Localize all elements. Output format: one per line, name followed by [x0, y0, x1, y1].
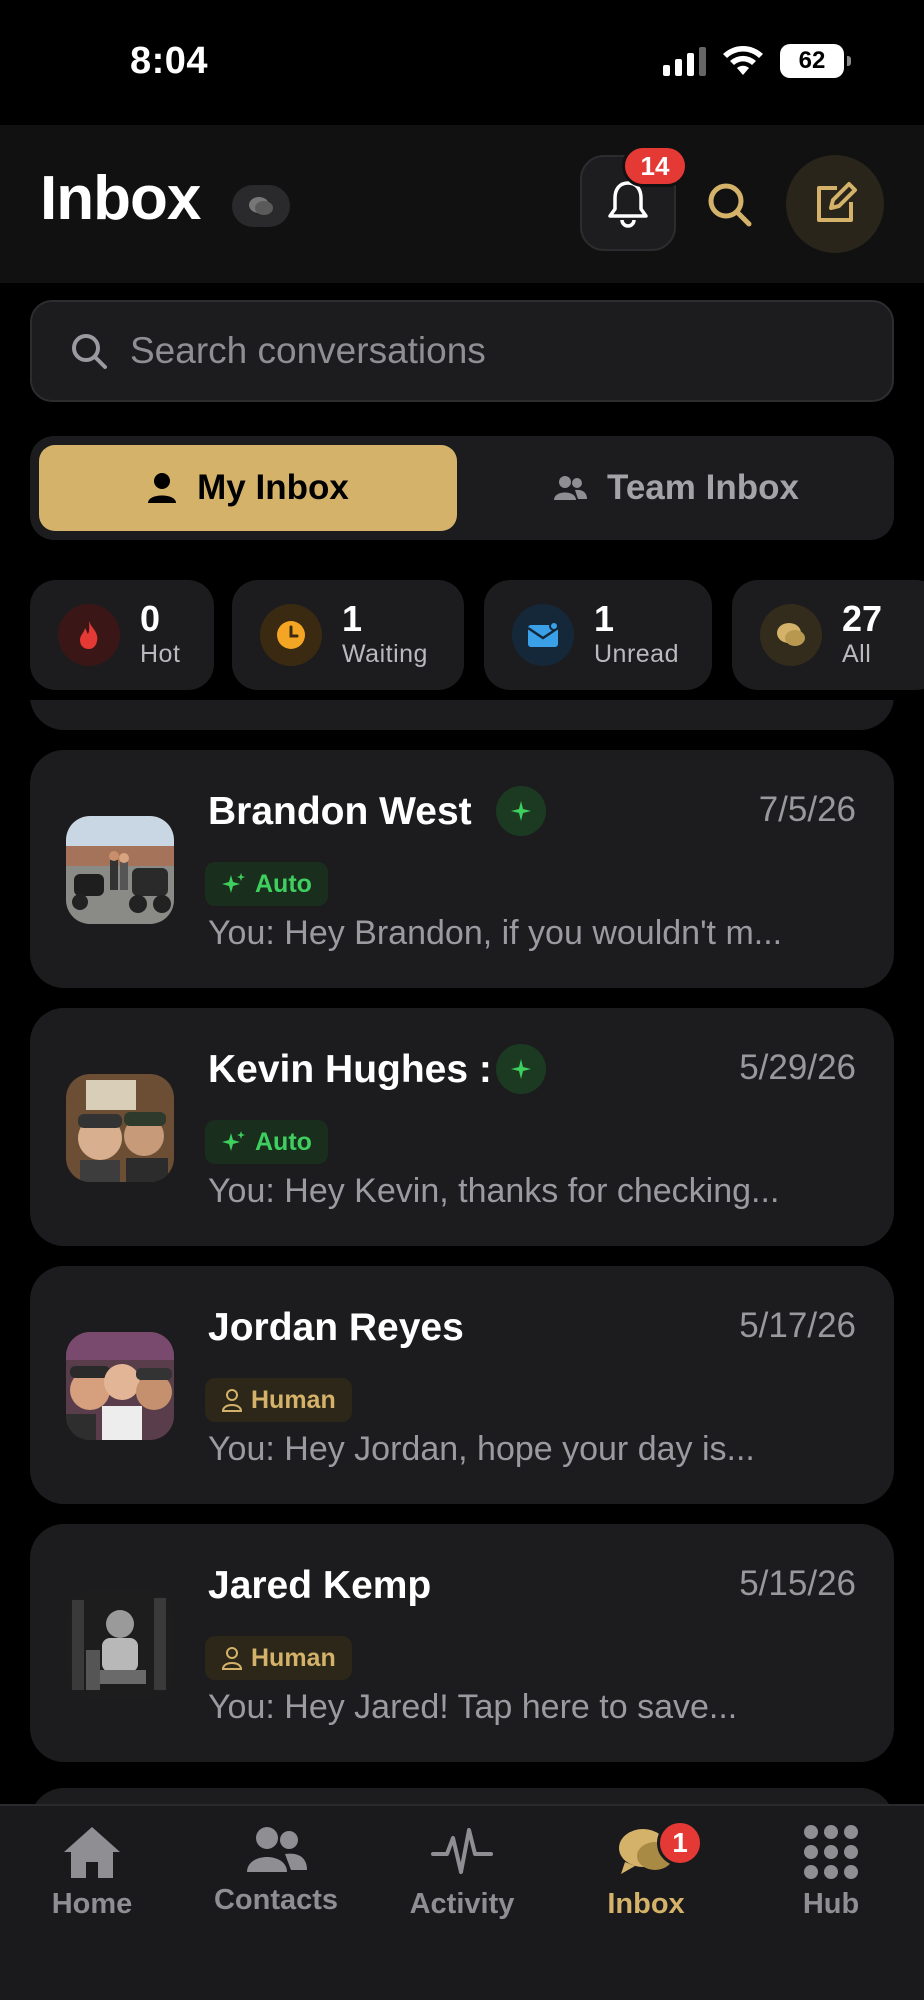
conversation-card[interactable]: Jared Kemp 5/15/26 Human You: Hey Jared!…	[30, 1524, 894, 1762]
tag-label: Auto	[255, 869, 312, 898]
mail-icon	[512, 604, 574, 666]
person-outline-icon	[221, 1647, 243, 1670]
cellular-signal-icon	[663, 46, 706, 76]
grid-dots-icon	[804, 1825, 858, 1879]
human-tag: Human	[205, 1378, 352, 1422]
tab-hub[interactable]: Hub	[756, 1824, 906, 1944]
tab-home[interactable]: Home	[17, 1824, 167, 1944]
auto-tag: Auto	[205, 862, 328, 906]
house-icon	[64, 1827, 120, 1878]
stat-hot[interactable]: 0 Hot	[30, 580, 214, 690]
chat-bubbles-icon	[232, 185, 290, 227]
search-icon	[72, 334, 107, 369]
list-item[interactable]	[30, 700, 894, 730]
avatar	[66, 1332, 174, 1440]
inbox-unread-badge: 1	[657, 1820, 703, 1866]
stat-waiting[interactable]: 1 Waiting	[232, 580, 464, 690]
status-time: 8:04	[130, 40, 209, 82]
person-icon	[148, 473, 177, 503]
flame-icon	[58, 604, 120, 666]
people-icon	[554, 476, 588, 500]
chat-bubbles-icon	[760, 604, 822, 666]
conversation-card[interactable]: Brandon West 7/5/26 Auto You: Hey Brando…	[30, 750, 894, 988]
contact-name: Kevin Hughes :	[208, 1048, 492, 1091]
search-input[interactable]	[130, 330, 830, 372]
search-icon	[708, 183, 752, 227]
tab-label: Home	[51, 1888, 133, 1920]
stat-label: All	[842, 640, 872, 668]
tab-label: My Inbox	[197, 468, 349, 507]
avatar	[66, 816, 174, 924]
tab-team-inbox[interactable]: Team Inbox	[467, 445, 885, 531]
notification-count-badge: 14	[622, 145, 688, 187]
compose-button[interactable]	[786, 155, 884, 253]
ai-sparkle-icon	[496, 1044, 546, 1094]
search-button[interactable]	[700, 175, 760, 235]
conversation-date: 5/15/26	[739, 1564, 856, 1603]
bottom-tab-bar: Home Contacts Activity Inbox 1 Hub	[0, 1804, 924, 2000]
conversation-date: 5/29/26	[739, 1048, 856, 1087]
stat-count: 1	[342, 598, 363, 639]
avatar	[66, 1590, 174, 1698]
wifi-icon	[723, 46, 763, 75]
tab-contacts[interactable]: Contacts	[201, 1824, 351, 1944]
stats-row: 0 Hot 1 Waiting 1 Unread 27 All	[30, 580, 924, 690]
conversation-date: 5/17/26	[739, 1306, 856, 1345]
message-preview: You: Hey Jordan, hope your day is...	[208, 1430, 755, 1468]
tab-inbox[interactable]: Inbox 1	[571, 1820, 721, 1944]
stat-count: 0	[140, 598, 161, 639]
compose-icon	[817, 182, 857, 222]
sparkle-icon	[222, 873, 245, 893]
header: Inbox 14	[0, 125, 924, 283]
stat-label: Waiting	[342, 640, 428, 668]
stat-count: 1	[594, 598, 615, 639]
stat-all[interactable]: 27 All	[732, 580, 924, 690]
tab-label: Hub	[802, 1888, 860, 1920]
message-preview: You: Hey Kevin, thanks for checking...	[208, 1172, 780, 1210]
conversation-card[interactable]: Jordan Reyes 5/17/26 Human You: Hey Jord…	[30, 1266, 894, 1504]
conversation-card[interactable]: Kevin Hughes : 5/29/26 Auto You: Hey Kev…	[30, 1008, 894, 1246]
inbox-segmented-control: My Inbox Team Inbox	[30, 436, 894, 540]
tab-label: Contacts	[213, 1884, 339, 1916]
human-tag: Human	[205, 1636, 352, 1680]
tag-label: Auto	[255, 1127, 312, 1156]
contact-name: Jared Kemp	[208, 1564, 432, 1607]
status-bar: 8:04 62	[0, 0, 924, 125]
person-outline-icon	[221, 1389, 243, 1412]
message-preview: You: Hey Brandon, if you wouldn't m...	[208, 914, 783, 952]
clock-icon	[260, 604, 322, 666]
contact-name: Jordan Reyes	[208, 1306, 464, 1349]
sparkle-icon	[222, 1131, 245, 1151]
auto-tag: Auto	[205, 1120, 328, 1164]
tab-label: Activity	[409, 1888, 515, 1920]
stat-label: Hot	[140, 640, 181, 668]
ai-sparkle-icon	[496, 786, 546, 836]
conversation-list[interactable]: Brandon West 7/5/26 Auto You: Hey Brando…	[0, 700, 924, 1804]
stat-count: 27	[842, 598, 883, 639]
tab-activity[interactable]: Activity	[387, 1824, 537, 1944]
pulse-icon	[431, 1828, 493, 1874]
conversation-date: 7/5/26	[758, 790, 856, 829]
people-icon	[247, 1827, 307, 1872]
avatar	[66, 1074, 174, 1182]
battery-indicator: 62	[780, 44, 851, 78]
tag-label: Human	[251, 1643, 336, 1672]
tag-label: Human	[251, 1385, 336, 1414]
page-title: Inbox	[40, 164, 201, 233]
stat-unread[interactable]: 1 Unread	[484, 580, 712, 690]
status-indicators: 62	[663, 44, 851, 78]
stat-label: Unread	[594, 640, 679, 668]
list-item[interactable]	[30, 1788, 894, 1804]
contact-name: Brandon West	[208, 790, 472, 833]
tab-my-inbox[interactable]: My Inbox	[39, 445, 457, 531]
tab-label: Inbox	[607, 1888, 685, 1920]
tab-label: Team Inbox	[607, 468, 799, 507]
search-bar[interactable]	[30, 300, 894, 402]
message-preview: You: Hey Jared! Tap here to save...	[208, 1688, 738, 1726]
